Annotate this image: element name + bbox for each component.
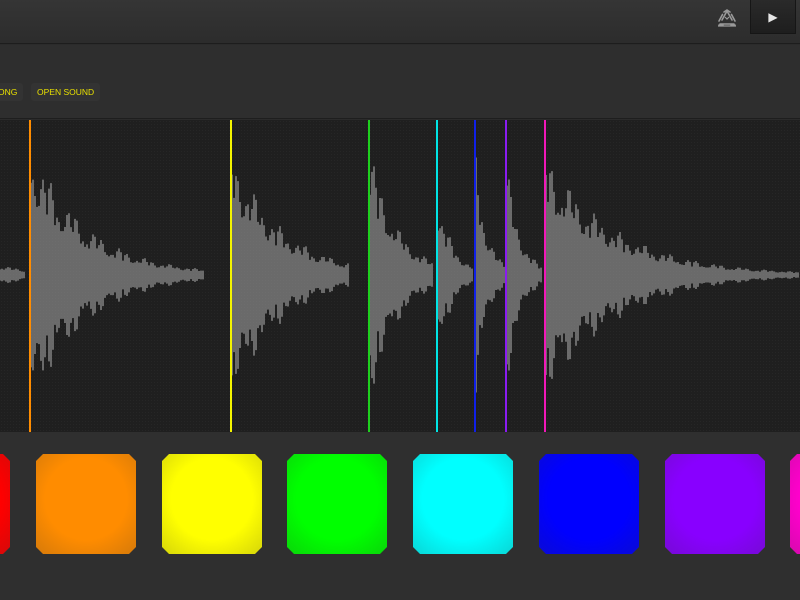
toolbar: ONG OPEN SOUND: [0, 45, 800, 119]
recycle-button[interactable]: [708, 4, 746, 34]
pad-magenta[interactable]: [790, 454, 800, 554]
pad-yellow[interactable]: [162, 454, 262, 554]
pad-violet[interactable]: [665, 454, 765, 554]
waveform-view[interactable]: [0, 120, 800, 432]
recycle-icon: [718, 9, 736, 27]
song-button[interactable]: ONG: [0, 83, 24, 101]
pad-red[interactable]: [0, 454, 10, 554]
pad-blue[interactable]: [539, 454, 639, 554]
pad-grid: [0, 432, 800, 600]
play-button[interactable]: ▶: [750, 0, 796, 34]
pad-green[interactable]: [287, 454, 387, 554]
top-bar: ▶: [0, 0, 800, 44]
waveform: [0, 120, 800, 432]
open-sound-button[interactable]: OPEN SOUND: [31, 83, 101, 101]
play-icon: ▶: [768, 9, 778, 24]
sampler-app: ▶ ONG OPEN SOUND: [0, 0, 800, 600]
pad-cyan[interactable]: [413, 454, 513, 554]
pad-orange[interactable]: [36, 454, 136, 554]
